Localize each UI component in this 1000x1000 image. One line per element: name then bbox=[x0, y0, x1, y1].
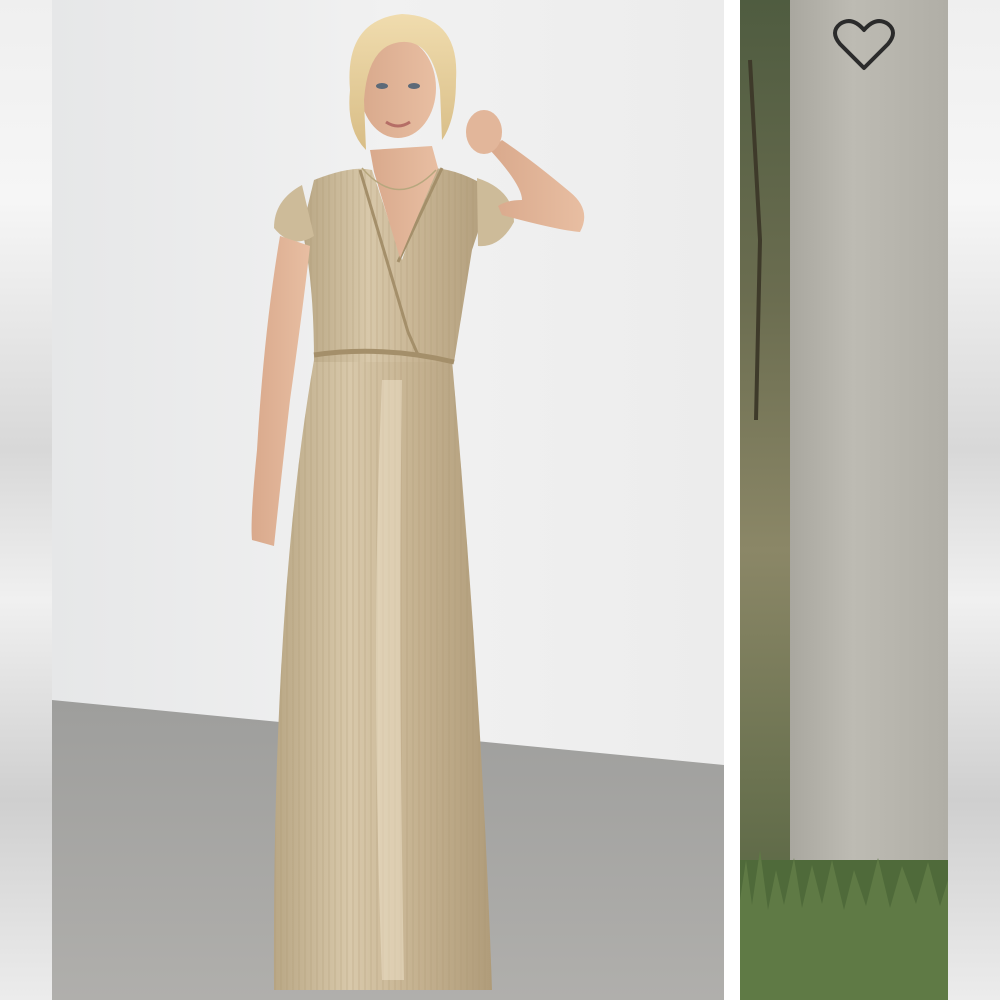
right-gallery-edge bbox=[948, 0, 1000, 1000]
favorite-button[interactable] bbox=[828, 14, 900, 78]
main-photo-illustration bbox=[52, 0, 724, 1000]
heart-outline-icon bbox=[833, 19, 895, 70]
main-product-photo[interactable] bbox=[52, 0, 724, 1000]
left-gallery-edge bbox=[0, 0, 52, 1000]
secondary-photo-illustration bbox=[740, 0, 948, 1000]
secondary-product-photo[interactable] bbox=[740, 0, 948, 1000]
stone-column bbox=[790, 0, 948, 900]
gallery-divider bbox=[724, 0, 740, 1000]
